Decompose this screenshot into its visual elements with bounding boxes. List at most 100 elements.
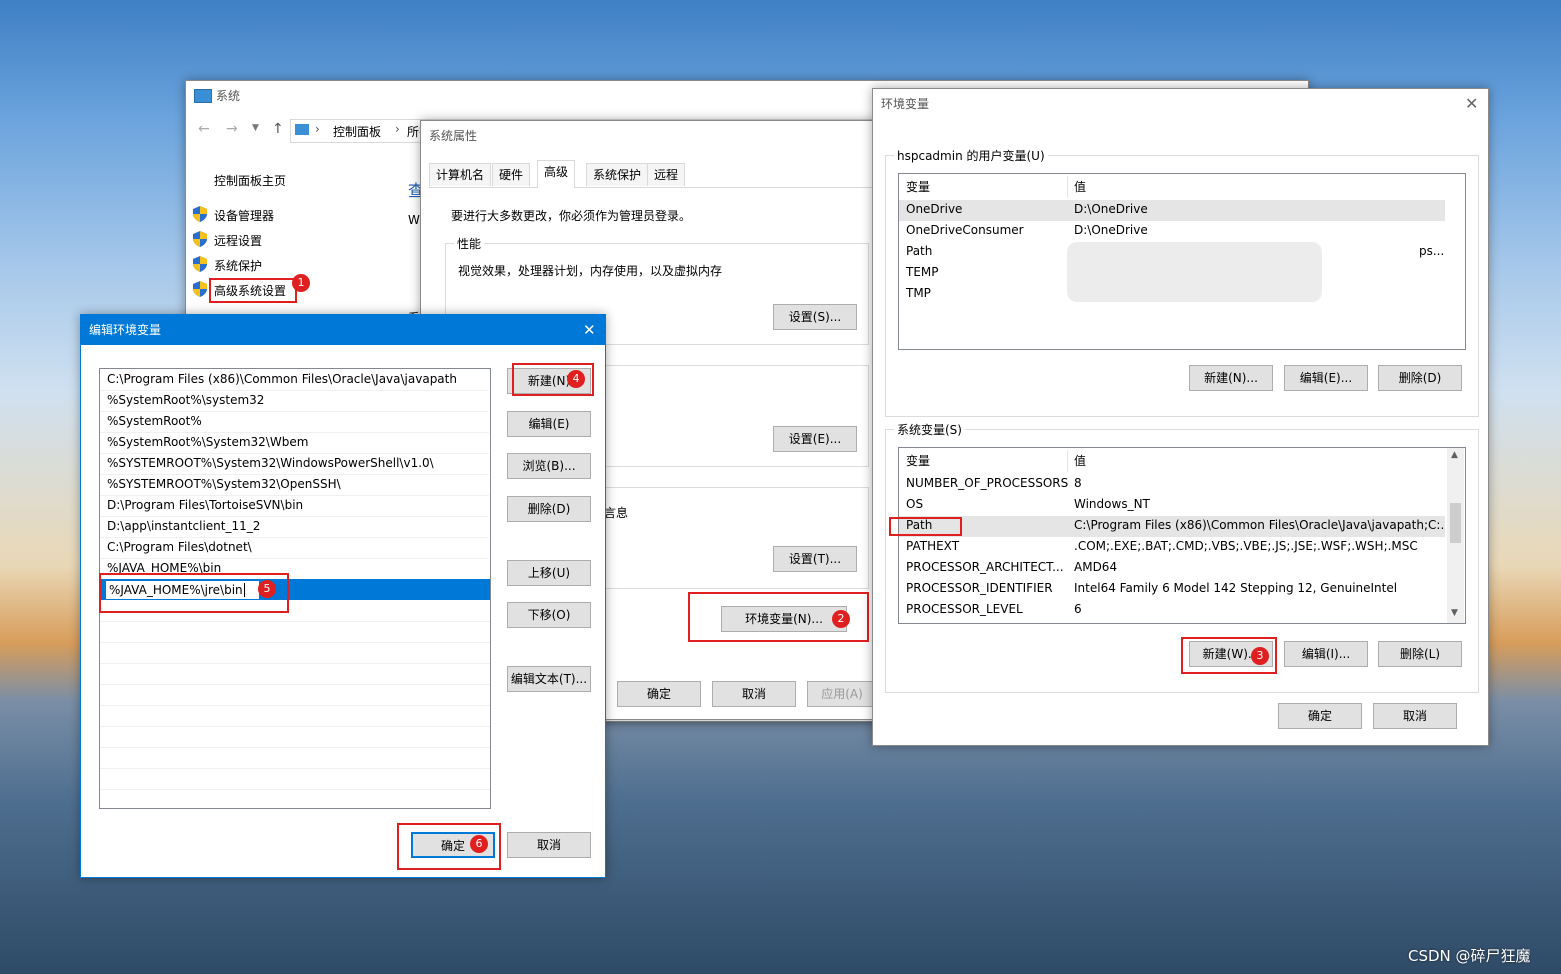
blurred-region (1067, 242, 1322, 302)
move-up-button[interactable]: 上移(U) (507, 560, 591, 586)
performance-desc: 视觉效果，处理器计划，内存使用，以及虚拟内存 (458, 264, 723, 278)
envvars-cancel-button[interactable]: 取消 (1373, 703, 1457, 729)
shield-icon (193, 281, 207, 297)
performance-settings-button[interactable]: 设置(S)... (773, 304, 857, 330)
list-item[interactable]: %SystemRoot%\System32\Wbem (100, 432, 489, 454)
user-var-value[interactable]: ps... (1419, 244, 1444, 258)
step-badge-4: 4 (567, 370, 585, 388)
sys-col-value[interactable]: 值 (1074, 452, 1086, 469)
chevron-down-icon[interactable]: ▼ (252, 123, 259, 133)
scroll-thumb[interactable] (1450, 503, 1461, 543)
user-variables-list[interactable]: 变量 值 OneDrive D:\OneDrive OneDriveConsum… (898, 173, 1466, 350)
scrollbar[interactable]: ▲ ▼ (1447, 448, 1464, 623)
user-var-name[interactable]: TEMP (906, 265, 939, 279)
scroll-down-icon[interactable]: ▼ (1451, 608, 1458, 618)
sys-var-value[interactable]: AMD64 (1074, 560, 1117, 574)
partial-text-w: W (408, 213, 420, 227)
sys-var-value[interactable]: C:\Program Files (x86)\Common Files\Orac… (1074, 518, 1444, 532)
step-badge-1: 1 (292, 274, 310, 292)
sys-var-name[interactable]: PROCESSOR_LEVEL (906, 602, 1023, 616)
sys-var-value[interactable]: 8 (1074, 476, 1082, 490)
tab-computer-name[interactable]: 计算机名 (429, 163, 492, 186)
startup-settings-button[interactable]: 设置(T)... (773, 546, 857, 572)
sys-var-name[interactable]: PATHEXT (906, 539, 959, 553)
sys-var-value[interactable]: Windows_NT (1074, 497, 1150, 511)
tab-system-protection[interactable]: 系统保护 (586, 163, 649, 186)
performance-group-title: 性能 (454, 235, 485, 252)
edit-entry-button[interactable]: 编辑(E) (507, 411, 591, 437)
system-variables-title: 系统变量(S) (894, 421, 965, 438)
sys-delete-button[interactable]: 删除(L) (1378, 641, 1462, 667)
nav-back-icon[interactable]: ← (198, 121, 210, 137)
sys-edit-button[interactable]: 编辑(I)... (1284, 641, 1368, 667)
user-col-variable[interactable]: 变量 (906, 178, 930, 195)
system-title: 系统 (216, 89, 241, 103)
shield-icon (193, 231, 207, 247)
user-var-value[interactable]: D:\OneDrive (1074, 223, 1148, 237)
sidebar-item-label: 远程设置 (214, 234, 263, 248)
nav-up-icon[interactable]: ↑ (272, 121, 284, 137)
computer-icon (194, 89, 212, 103)
user-col-value[interactable]: 值 (1074, 178, 1086, 195)
tab-advanced[interactable]: 高级 (537, 160, 576, 188)
sysprops-apply-button[interactable]: 应用(A) (807, 681, 877, 707)
sys-col-variable[interactable]: 变量 (906, 452, 930, 469)
sys-var-name[interactable]: PROCESSOR_IDENTIFIER (906, 581, 1053, 595)
user-new-button[interactable]: 新建(N)... (1189, 365, 1273, 391)
step-badge-6: 6 (470, 835, 488, 853)
watermark: CSDN @碎尸狂魔 (1408, 947, 1531, 965)
user-var-name[interactable]: OneDriveConsumer (906, 223, 1024, 237)
sidebar-item-label: 系统保护 (214, 259, 263, 273)
browse-button[interactable]: 浏览(B)... (507, 453, 591, 479)
list-item[interactable]: C:\Program Files (x86)\Common Files\Orac… (100, 369, 489, 391)
close-icon[interactable]: ✕ (1465, 94, 1478, 113)
sysprops-tabs: 计算机名 硬件 高级 系统保护 远程 (429, 160, 873, 188)
edit-env-title: 编辑环境变量 (89, 323, 162, 337)
user-var-name[interactable]: Path (906, 244, 932, 258)
environment-variables-window: 环境变量 ✕ hspcadmin 的用户变量(U) 变量 值 OneDrive … (872, 88, 1489, 746)
nav-forward-icon[interactable]: → (226, 121, 238, 137)
scroll-up-icon[interactable]: ▲ (1451, 450, 1458, 460)
list-item[interactable]: %SYSTEMROOT%\System32\OpenSSH\ (100, 474, 489, 496)
list-item[interactable]: %SYSTEMROOT%\System32\WindowsPowerShell\… (100, 453, 489, 475)
sys-var-name[interactable]: OS (906, 497, 923, 511)
move-down-button[interactable]: 下移(O) (507, 602, 591, 628)
delete-entry-button[interactable]: 删除(D) (507, 496, 591, 522)
annotation-box-1 (209, 278, 297, 303)
sysprops-title: 系统属性 (429, 129, 478, 143)
list-item[interactable]: %SystemRoot%\system32 (100, 390, 489, 412)
close-icon[interactable]: ✕ (583, 315, 596, 345)
sys-var-value[interactable]: 6 (1074, 602, 1082, 616)
list-item[interactable]: D:\app\instantclient_11_2 (100, 516, 489, 538)
list-item[interactable]: %SystemRoot% (100, 411, 489, 433)
list-item[interactable]: C:\Program Files\dotnet\ (100, 537, 489, 559)
shield-icon (193, 206, 207, 222)
user-edit-button[interactable]: 编辑(E)... (1284, 365, 1368, 391)
envvars-title: 环境变量 (881, 97, 930, 111)
startup-partial-text: 言息 (604, 506, 629, 520)
list-item[interactable]: D:\Program Files\TortoiseSVN\bin (100, 495, 489, 517)
user-delete-button[interactable]: 删除(D) (1378, 365, 1462, 391)
sys-var-value[interactable]: Intel64 Family 6 Model 142 Stepping 12, … (1074, 581, 1444, 595)
sys-var-name[interactable]: PROCESSOR_ARCHITECT... (906, 560, 1064, 574)
user-var-name[interactable]: TMP (906, 286, 931, 300)
edit-env-titlebar: 编辑环境变量 ✕ (81, 315, 605, 345)
profiles-settings-button[interactable]: 设置(E)... (773, 426, 857, 452)
control-panel-icon (295, 124, 309, 135)
step-badge-5: 5 (258, 580, 276, 598)
sysprops-ok-button[interactable]: 确定 (617, 681, 701, 707)
sysprops-cancel-button[interactable]: 取消 (712, 681, 796, 707)
envvars-ok-button[interactable]: 确定 (1278, 703, 1362, 729)
sys-var-value[interactable]: .COM;.EXE;.BAT;.CMD;.VBS;.VBE;.JS;.JSE;.… (1074, 539, 1444, 553)
tab-hardware[interactable]: 硬件 (492, 163, 531, 186)
edit-text-button[interactable]: 编辑文本(T)... (507, 666, 591, 692)
sys-var-name[interactable]: NUMBER_OF_PROCESSORS (906, 476, 1068, 490)
user-var-value[interactable]: D:\OneDrive (1074, 202, 1148, 216)
sidebar-home-link[interactable]: 控制面板主页 (214, 172, 286, 189)
breadcrumb-control-panel[interactable]: 控制面板 (333, 123, 381, 140)
user-var-name[interactable]: OneDrive (906, 202, 962, 216)
system-variables-list[interactable]: 变量 值 NUMBER_OF_PROCESSORS 8 OS Windows_N… (898, 447, 1466, 624)
tab-remote[interactable]: 远程 (647, 163, 686, 186)
sidebar-item-label: 设备管理器 (214, 209, 275, 223)
edit-env-cancel-button[interactable]: 取消 (507, 832, 591, 858)
